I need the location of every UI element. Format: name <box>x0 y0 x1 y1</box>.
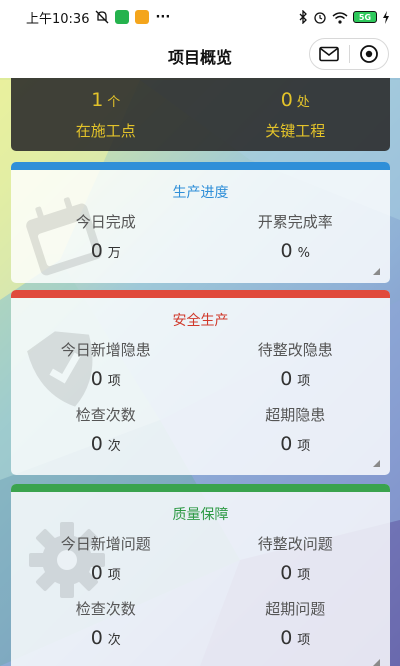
metric-number: 0 <box>90 562 103 584</box>
safety-card[interactable]: 安全生产 今日新增隐患 0项 待整改隐患 0项 检查次数 0次 超期隐患 0项 <box>11 290 390 475</box>
metric-inspection-count: 检查次数 0次 <box>11 599 201 652</box>
page-content: 1个 在施工点 0处 关键工程 生产进度 今日完成 0万 开累完成率 0 % 安… <box>0 78 400 666</box>
metric-unit: 项 <box>297 374 311 389</box>
metric-label: 今日完成 <box>75 213 136 231</box>
bluetooth-icon <box>299 10 307 24</box>
navigation-bar: 项目概览 <box>0 34 400 78</box>
metric-unit: 项 <box>297 568 311 583</box>
summary-value: 0处 <box>281 89 310 114</box>
metric-value: 0项 <box>280 627 310 652</box>
app-notification-icon <box>135 10 150 24</box>
metric-unit: 次 <box>107 439 121 454</box>
summary-number: 1 <box>91 88 104 111</box>
expand-corner-icon <box>373 659 380 666</box>
summary-value: 1个 <box>91 89 120 114</box>
metric-label: 开累完成率 <box>257 213 333 231</box>
metric-value: 0次 <box>91 433 121 458</box>
card-accent-bar <box>11 162 390 170</box>
metric-unit: 项 <box>107 568 121 583</box>
metric-number: 0 <box>280 562 293 584</box>
metric-label: 今日新增隐患 <box>60 341 151 359</box>
metric-value: 0项 <box>91 368 121 393</box>
metric-label: 待整改隐患 <box>257 341 333 359</box>
summary-card: 1个 在施工点 0处 关键工程 <box>11 78 390 151</box>
summary-number: 0 <box>280 88 293 111</box>
card-accent-bar <box>11 290 390 298</box>
metric-value: 0项 <box>280 368 310 393</box>
metric-unit: 项 <box>297 633 311 648</box>
alarm-icon <box>314 12 326 24</box>
metric-number: 0 <box>280 627 293 649</box>
metric-label: 待整改问题 <box>257 535 333 553</box>
summary-item-sites[interactable]: 1个 在施工点 <box>11 78 201 151</box>
metric-overdue-issues: 超期问题 0项 <box>201 599 391 652</box>
clock: 上午10:36 <box>26 11 90 27</box>
metric-number: 0 <box>90 368 103 390</box>
wifi-icon <box>332 11 348 24</box>
metric-number: 0 <box>280 240 293 262</box>
close-miniprogram-icon <box>359 45 378 63</box>
card-accent-bar <box>11 484 390 492</box>
close-miniprogram-button[interactable] <box>350 39 389 69</box>
metric-unit: 万 <box>107 246 121 261</box>
miniprogram-capsule <box>309 38 389 70</box>
metric-new-issues: 今日新增问题 0项 <box>11 534 201 587</box>
metric-overdue-hazards: 超期隐患 0项 <box>201 405 391 458</box>
charging-icon <box>383 10 389 24</box>
status-bar: 上午10:36 ··· 5G <box>0 0 400 34</box>
metric-cumulative-rate: 开累完成率 0% <box>201 212 391 265</box>
metric-today-completed: 今日完成 0万 <box>11 212 201 265</box>
metric-inspection-count: 检查次数 0次 <box>11 405 201 458</box>
quality-card[interactable]: 质量保障 今日新增问题 0项 待整改问题 0项 检查次数 0次 超期问题 0项 <box>11 484 390 666</box>
summary-unit: 个 <box>107 94 121 110</box>
metric-value: 0项 <box>280 562 310 587</box>
summary-item-key-projects[interactable]: 0处 关键工程 <box>201 78 391 151</box>
metric-label: 检查次数 <box>75 406 136 424</box>
mute-icon <box>96 10 109 24</box>
metric-pending-hazards: 待整改隐患 0项 <box>201 340 391 393</box>
expand-corner-icon <box>373 460 380 467</box>
metric-value: 0项 <box>91 562 121 587</box>
metric-number: 0 <box>90 240 103 262</box>
metric-unit: 次 <box>107 633 121 648</box>
metric-value: 0% <box>281 240 310 265</box>
metric-label: 超期隐患 <box>265 406 326 424</box>
message-button[interactable] <box>310 39 349 69</box>
metric-unit: 项 <box>107 374 121 389</box>
metric-unit: % <box>297 246 310 261</box>
page-title: 项目概览 <box>167 48 232 67</box>
summary-label: 关键工程 <box>265 121 326 140</box>
metric-grid: 今日新增问题 0项 待整改问题 0项 检查次数 0次 超期问题 0项 <box>11 534 390 652</box>
metric-label: 检查次数 <box>75 600 136 618</box>
metric-label: 今日新增问题 <box>60 535 151 553</box>
metric-pending-issues: 待整改问题 0项 <box>201 534 391 587</box>
metric-number: 0 <box>90 433 103 455</box>
metric-number: 0 <box>280 433 293 455</box>
metric-grid: 今日完成 0万 开累完成率 0% <box>11 212 390 265</box>
summary-label: 在施工点 <box>75 121 136 140</box>
progress-card[interactable]: 生产进度 今日完成 0万 开累完成率 0% <box>11 162 390 283</box>
metric-value: 0次 <box>91 627 121 652</box>
metric-unit: 项 <box>297 439 311 454</box>
battery-icon: 5G <box>353 11 377 23</box>
metric-number: 0 <box>90 627 103 649</box>
app-notification-icon <box>115 10 130 24</box>
metric-number: 0 <box>280 368 293 390</box>
metric-new-hazards: 今日新增隐患 0项 <box>11 340 201 393</box>
metric-value: 0万 <box>91 240 121 265</box>
metric-label: 超期问题 <box>265 600 326 618</box>
summary-unit: 处 <box>296 94 310 110</box>
expand-corner-icon <box>373 268 380 275</box>
metric-value: 0项 <box>280 433 310 458</box>
more-notifications: ··· <box>155 9 171 25</box>
metric-grid: 今日新增隐患 0项 待整改隐患 0项 检查次数 0次 超期隐患 0项 <box>11 340 390 458</box>
message-icon <box>319 46 340 62</box>
